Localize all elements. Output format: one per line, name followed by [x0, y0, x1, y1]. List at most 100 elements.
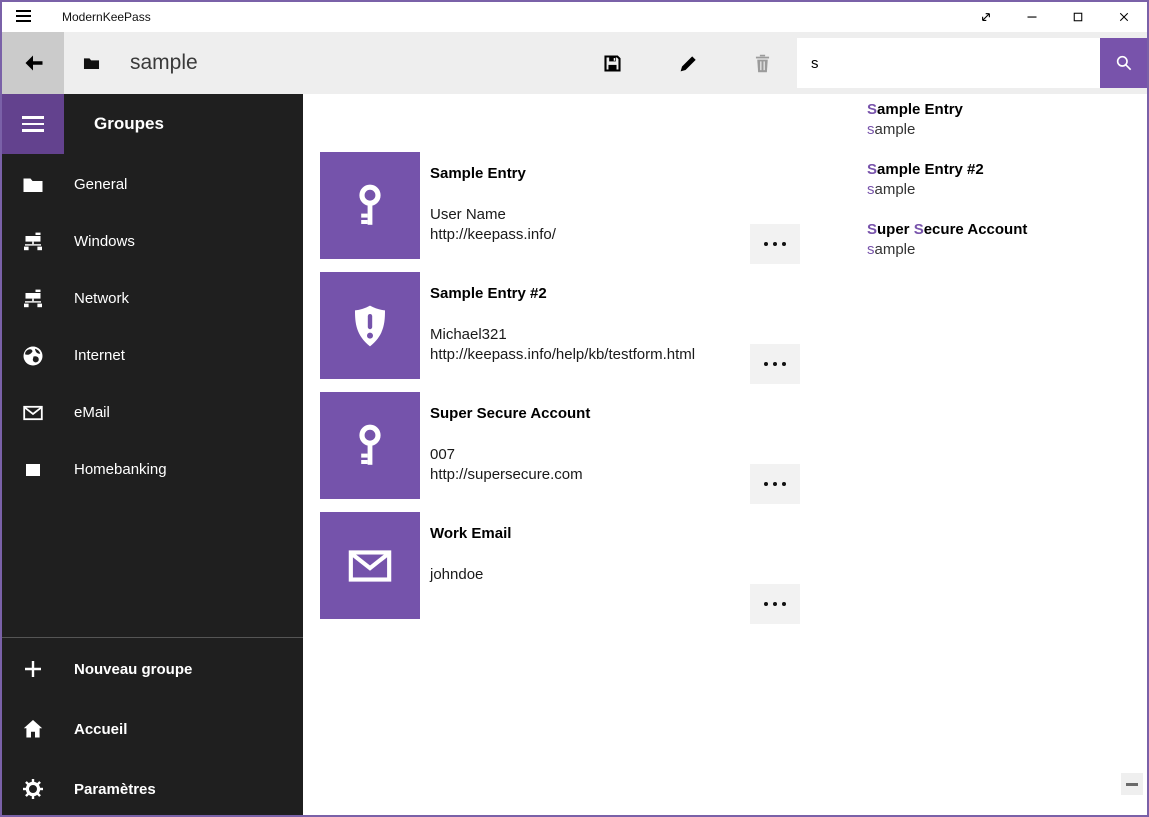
suggestion-item[interactable]: Sample Entrysample [867, 100, 1147, 140]
entry-username: User Name [430, 205, 760, 225]
search-input[interactable] [797, 38, 1100, 88]
sidebar: Groupes General Windows [2, 94, 303, 815]
maximize-icon [1069, 8, 1087, 26]
sidebar-item-label: Internet [74, 327, 125, 384]
sidebar-item-internet[interactable]: Internet [2, 327, 303, 384]
suggestion-subtitle: sample [867, 240, 1147, 260]
command-bar: sample [2, 32, 1147, 94]
search-button[interactable] [1100, 38, 1147, 88]
fullscreen-icon [977, 8, 995, 26]
sidebar-item-label: Paramètres [74, 759, 156, 815]
suggestion-item[interactable]: Sample Entry #2sample [867, 160, 1147, 200]
sidebar-item-label: eMail [74, 384, 110, 441]
minimize-button[interactable] [1009, 2, 1055, 32]
sidebar-item-homebanking[interactable]: Homebanking [2, 441, 303, 498]
entry-more-button[interactable] [750, 464, 800, 504]
sidebar-item-general[interactable]: General [2, 156, 303, 213]
network-computer-icon [21, 287, 45, 311]
envelope-icon [21, 401, 45, 425]
entry-tile[interactable] [320, 512, 420, 619]
entry-tile[interactable] [320, 272, 420, 379]
entry-title: Sample Entry #2 [430, 272, 760, 304]
entry-more-button[interactable] [750, 224, 800, 264]
entry-tile[interactable] [320, 152, 420, 259]
entry-url: http://keepass.info/ [430, 225, 760, 245]
magnifier-icon [1114, 53, 1134, 73]
minimize-icon [1023, 8, 1041, 26]
entry-username: Michael321 [430, 325, 760, 345]
delete-button[interactable] [739, 32, 785, 94]
entry-username: johndoe [430, 565, 760, 585]
entry-tile[interactable] [320, 392, 420, 499]
sidebar-item-label: Windows [74, 213, 135, 270]
entry-title: Work Email [430, 512, 760, 544]
groups-heading: Groupes [94, 94, 164, 154]
sidebar-item-new-group[interactable]: Nouveau groupe [2, 639, 303, 699]
entry-url: http://keepass.info/help/kb/testform.htm… [430, 345, 760, 365]
globe-icon [21, 344, 45, 368]
save-icon [602, 53, 623, 74]
folder-icon [21, 173, 45, 197]
key-icon [346, 182, 394, 230]
entry-url: http://supersecure.com [430, 465, 760, 485]
entry-list: Sample Entry User Name http://keepass.in… [303, 94, 1147, 815]
suggestion-title: Sample Entry [867, 100, 1147, 120]
entry-row[interactable]: Sample Entry #2 Michael321 http://keepas… [320, 272, 1110, 379]
close-button[interactable] [1101, 2, 1147, 32]
sidebar-divider [2, 637, 303, 638]
app-title: ModernKeePass [62, 2, 151, 32]
minus-icon [1126, 783, 1138, 786]
entry-title: Super Secure Account [430, 392, 760, 424]
home-icon [21, 717, 45, 741]
entry-text: Sample Entry #2 Michael321 http://keepas… [430, 272, 760, 365]
sidebar-item-email[interactable]: eMail [2, 384, 303, 441]
title-bar: ModernKeePass [2, 2, 1147, 32]
sidebar-item-settings[interactable]: Paramètres [2, 759, 303, 815]
plus-icon [21, 657, 45, 681]
search-suggestions: Sample EntrysampleSample Entry #2sampleS… [867, 100, 1147, 280]
entry-more-button[interactable] [750, 584, 800, 624]
gear-icon [21, 777, 45, 801]
back-button[interactable] [2, 32, 64, 94]
sidebar-item-label: Network [74, 270, 129, 327]
hamburger-icon [22, 116, 44, 119]
square-icon [21, 458, 45, 482]
envelope-icon [345, 541, 395, 591]
shield-exclamation-icon [346, 302, 394, 350]
key-icon [346, 422, 394, 470]
edit-button[interactable] [665, 32, 711, 94]
close-icon [1115, 8, 1133, 26]
sidebar-item-label: Nouveau groupe [74, 639, 192, 699]
pencil-icon [678, 53, 699, 74]
entry-row[interactable]: Super Secure Account 007 http://supersec… [320, 392, 1110, 499]
sidebar-item-label: Accueil [74, 699, 127, 759]
suggestion-item[interactable]: Super Secure Accountsample [867, 220, 1147, 260]
database-title: sample [130, 32, 198, 94]
entry-text: Sample Entry User Name http://keepass.in… [430, 152, 760, 245]
maximize-button[interactable] [1055, 2, 1101, 32]
search-box [797, 38, 1100, 88]
sidebar-item-windows[interactable]: Windows [2, 213, 303, 270]
trash-icon [752, 53, 773, 74]
sidebar-item-network[interactable]: Network [2, 270, 303, 327]
semantic-zoom-button[interactable] [1121, 773, 1143, 795]
hamburger-button[interactable] [2, 94, 64, 154]
entry-more-button[interactable] [750, 344, 800, 384]
entry-username: 007 [430, 445, 760, 465]
entry-title: Sample Entry [430, 152, 760, 184]
save-button[interactable] [589, 32, 635, 94]
suggestion-title: Sample Entry #2 [867, 160, 1147, 180]
fullscreen-button[interactable] [963, 2, 1009, 32]
sidebar-item-home[interactable]: Accueil [2, 699, 303, 759]
suggestion-title: Super Secure Account [867, 220, 1147, 240]
window-controls [963, 2, 1147, 32]
entry-text: Work Email johndoe [430, 512, 760, 585]
suggestion-subtitle: sample [867, 120, 1147, 140]
suggestion-subtitle: sample [867, 180, 1147, 200]
sidebar-item-label: General [74, 156, 127, 213]
app-window: ModernKeePass [0, 0, 1149, 817]
sidebar-item-label: Homebanking [74, 441, 167, 498]
entry-row[interactable]: Work Email johndoe [320, 512, 1110, 619]
menu-icon[interactable] [16, 10, 32, 24]
network-computer-icon [21, 230, 45, 254]
